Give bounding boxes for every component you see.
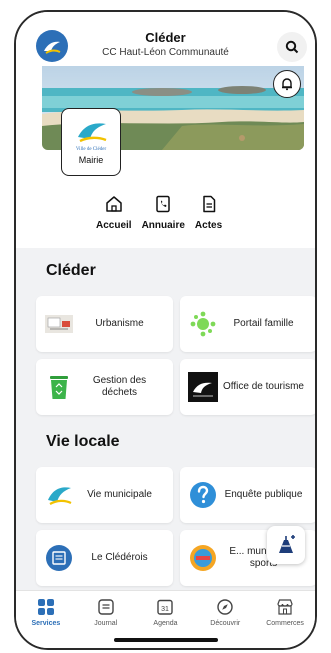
tourisme-logo <box>188 372 218 402</box>
question-icon <box>188 480 218 510</box>
quick-nav-annuaire[interactable]: Annuaire <box>142 192 185 231</box>
card-label: Enquête publique <box>224 488 303 500</box>
accessibility-fab[interactable] <box>267 526 305 564</box>
card-portail-famille[interactable]: Portail famille <box>180 296 315 352</box>
quick-nav: Accueil Annuaire Actes <box>96 192 222 231</box>
home-icon <box>102 192 126 216</box>
tab-journal[interactable]: Journal <box>78 597 134 627</box>
accessibility-icon <box>279 535 295 553</box>
calendar-day: 31 <box>162 606 170 613</box>
tab-commerces[interactable]: Commerces <box>257 597 313 627</box>
tab-label: Découvrir <box>210 620 241 627</box>
document-icon <box>197 192 221 216</box>
section-title-cleder: Cléder <box>46 262 96 279</box>
mairie-logo-text: Ville de Cléder <box>76 147 107 152</box>
tab-decouvrir[interactable]: Découvrir <box>197 597 253 627</box>
tab-services[interactable]: Services <box>18 597 74 627</box>
quick-nav-label: Accueil <box>96 220 132 231</box>
bell-icon[interactable] <box>273 70 301 98</box>
tab-label: Agenda <box>153 620 178 627</box>
section-title-vie-locale: Vie locale <box>46 433 120 450</box>
card-vie-municipale[interactable]: Vie municipale <box>36 467 173 523</box>
tab-label: Services <box>31 620 61 627</box>
app-title: Cléder <box>145 30 186 45</box>
calendar-icon: 31 <box>155 597 175 617</box>
tab-label: Commerces <box>266 620 304 627</box>
quick-nav-accueil[interactable]: Accueil <box>96 192 132 231</box>
card-label: Portail famille <box>233 317 294 329</box>
quick-nav-label: Actes <box>194 220 223 231</box>
recycle-bin-icon <box>44 372 74 402</box>
card-label: Urbanisme <box>95 317 144 329</box>
store-icon <box>275 597 295 617</box>
card-enquete-publique[interactable]: Enquête publique <box>180 467 315 523</box>
quick-nav-actes[interactable]: Actes <box>195 192 222 231</box>
le-cledérois-icon <box>44 543 74 573</box>
vie-municipale-logo <box>44 480 74 510</box>
bottom-tab-bar: Services Journal 31 Agenda Découvrir Com… <box>16 590 315 648</box>
sports-badge-icon <box>188 543 218 573</box>
grid-icon <box>36 597 56 617</box>
quick-nav-label: Annuaire <box>141 220 185 231</box>
card-label: Le Clédérois <box>91 551 148 563</box>
mairie-logo: Ville de Cléder <box>70 115 112 153</box>
card-urbanisme[interactable]: Urbanisme <box>36 296 173 352</box>
search-icon[interactable] <box>277 32 307 62</box>
city-logo-icon[interactable] <box>36 30 68 62</box>
journal-icon <box>96 597 116 617</box>
mairie-card[interactable]: Ville de Cléder Mairie <box>61 108 121 176</box>
card-office-tourisme[interactable]: Office de tourisme <box>180 359 315 415</box>
tab-agenda[interactable]: 31 Agenda <box>137 597 193 627</box>
tab-label: Journal <box>94 620 118 627</box>
card-label: Vie municipale <box>87 488 152 500</box>
mairie-label: Mairie <box>78 155 104 165</box>
urbanisme-thumbnail <box>44 309 74 339</box>
portail-famille-icon <box>188 309 218 339</box>
card-label: Gestion des déchets <box>92 374 147 399</box>
app-subtitle: CC Haut-Léon Communauté <box>102 47 229 58</box>
home-indicator <box>113 638 218 642</box>
card-le-cledérois[interactable]: Le Clédérois <box>36 530 173 586</box>
phone-book-icon <box>151 192 175 216</box>
card-gestion-dechets[interactable]: Gestion des déchets <box>36 359 173 415</box>
card-label: Office de tourisme <box>223 380 304 392</box>
app-screen: Cléder CC Haut-Léon Communauté Ville de … <box>14 10 317 650</box>
compass-icon <box>215 597 235 617</box>
section-grid-cleder: Urbanisme Portail famille Gestion des dé… <box>36 296 315 415</box>
app-header: Cléder CC Haut-Léon Communauté <box>16 12 315 68</box>
